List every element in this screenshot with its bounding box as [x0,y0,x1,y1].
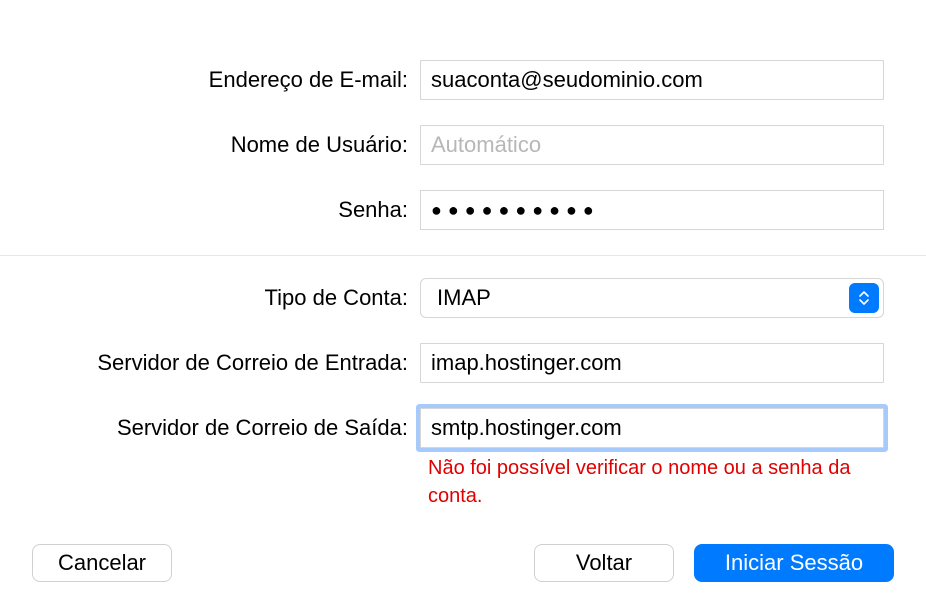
outgoing-server-label: Servidor de Correio de Saída: [0,415,420,441]
back-button[interactable]: Voltar [534,544,674,582]
section-divider [0,255,926,256]
error-message: Não foi possível verificar o nome ou a s… [428,454,888,510]
account-type-label: Tipo de Conta: [0,285,420,311]
incoming-server-input[interactable] [420,343,884,383]
account-type-select[interactable]: IMAP [420,278,884,318]
password-label: Senha: [0,197,420,223]
select-chevron-icon [849,283,879,313]
outgoing-server-input[interactable] [420,408,884,448]
username-input[interactable] [420,125,884,165]
incoming-server-label: Servidor de Correio de Entrada: [0,350,420,376]
account-type-value: IMAP [437,285,491,311]
email-label: Endereço de E-mail: [0,67,420,93]
username-label: Nome de Usuário: [0,132,420,158]
signin-button[interactable]: Iniciar Sessão [694,544,894,582]
email-input[interactable] [420,60,884,100]
cancel-button[interactable]: Cancelar [32,544,172,582]
password-input[interactable]: ●●●●●●●●●● [420,190,884,230]
